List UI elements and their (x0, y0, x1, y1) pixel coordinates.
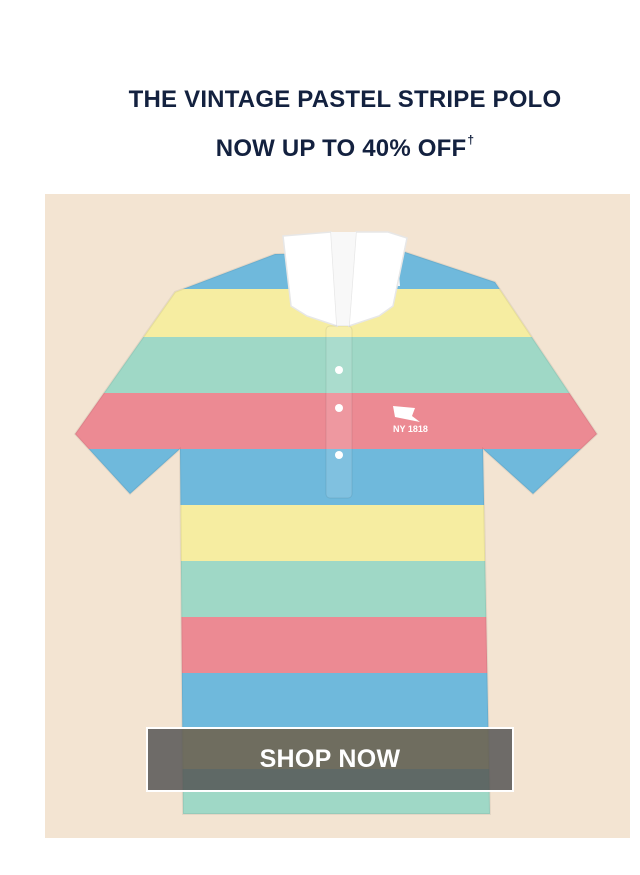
button-1-icon (335, 366, 343, 374)
button-3-icon (335, 451, 343, 459)
shop-now-label: SHOP NOW (259, 745, 401, 773)
headline-line-1: THE VINTAGE PASTEL STRIPE POLO (128, 86, 562, 113)
headline-discount-text: NOW UP TO 40% OFF (215, 135, 467, 162)
promo-headline: THE VINTAGE PASTEL STRIPE POLO NOW UP TO… (0, 80, 640, 169)
headline-line-2: NOW UP TO 40% OFF† (0, 120, 640, 169)
embroidered-text: NY 1818 (393, 424, 428, 434)
dagger-footnote-mark: † (467, 133, 475, 147)
button-2-icon (335, 404, 343, 412)
shop-now-button[interactable]: SHOP NOW (146, 727, 514, 792)
